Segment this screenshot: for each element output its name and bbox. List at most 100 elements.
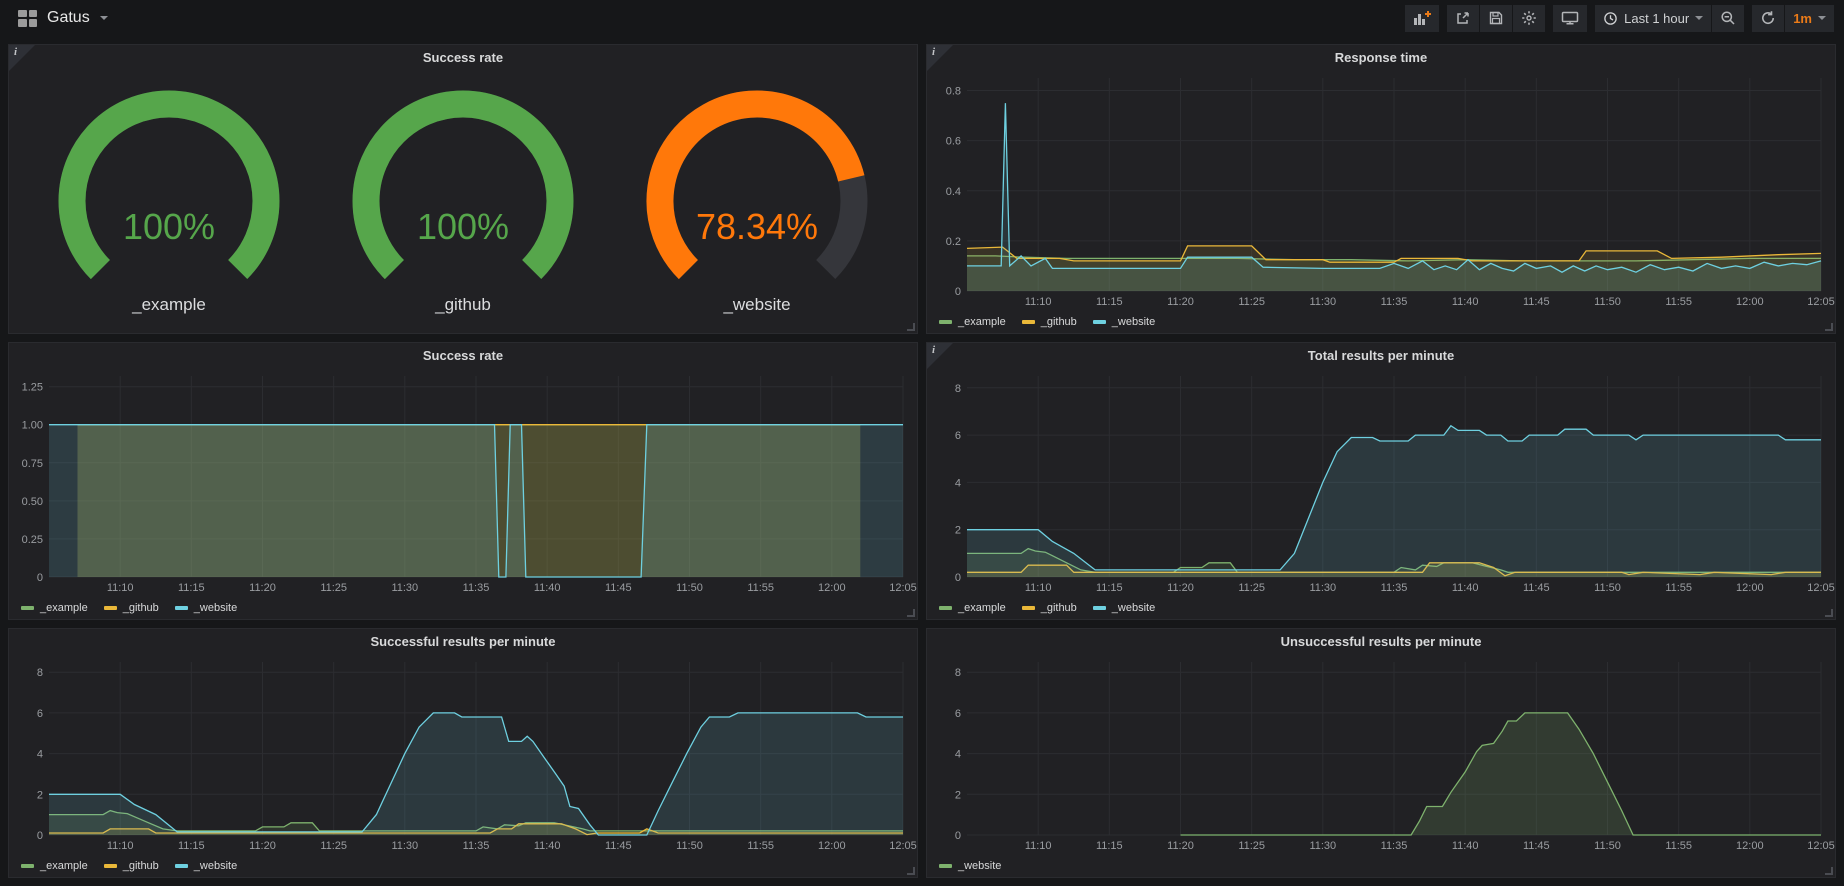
chart-canvas[interactable]: 11:1011:1511:2011:2511:3011:3511:4011:45…: [927, 368, 1835, 597]
bar-chart-plus-icon: [1413, 10, 1431, 26]
chart-canvas[interactable]: 11:1011:1511:2011:2511:3011:3511:4011:45…: [9, 368, 917, 597]
panel-response-time: i Response time 11:1011:1511:2011:2511:3…: [926, 44, 1836, 334]
legend-swatch: [1093, 320, 1106, 324]
save-button[interactable]: [1480, 5, 1512, 32]
svg-text:11:20: 11:20: [249, 840, 276, 852]
svg-text:12:05: 12:05: [1807, 840, 1835, 852]
panel-resize-handle[interactable]: [1825, 323, 1833, 331]
panel-total-results: i Total results per minute 11:10 11:15 11:…: [926, 342, 1836, 620]
svg-text:4: 4: [955, 477, 961, 489]
svg-text:6: 6: [955, 708, 961, 720]
svg-text:11:15: 11:15: [1096, 296, 1123, 308]
svg-text:11:30: 11:30: [391, 840, 418, 852]
legend-item[interactable]: _example: [21, 860, 88, 872]
zoom-out-button[interactable]: [1712, 5, 1744, 32]
time-range-picker[interactable]: Last 1 hour: [1595, 5, 1711, 32]
legend-label: _website: [1112, 602, 1155, 614]
svg-text:11:45: 11:45: [1523, 582, 1550, 594]
panel-info-icon[interactable]: i: [927, 343, 953, 369]
svg-text:11:50: 11:50: [676, 840, 703, 852]
svg-text:11:25: 11:25: [1238, 840, 1265, 852]
panel-title[interactable]: Total results per minute: [927, 343, 1835, 368]
share-button[interactable]: [1447, 5, 1479, 32]
legend-label: _website: [194, 602, 237, 614]
legend-item[interactable]: _website: [939, 860, 1001, 872]
settings-button[interactable]: [1513, 5, 1545, 32]
svg-text:1.00: 1.00: [22, 420, 43, 432]
panel-resize-handle[interactable]: [1825, 867, 1833, 875]
svg-text:11:10: 11:10: [1025, 582, 1052, 594]
svg-text:11:40: 11:40: [534, 582, 561, 594]
gauge-label: _website: [723, 295, 790, 315]
refresh-button[interactable]: [1752, 5, 1784, 32]
svg-text:11:45: 11:45: [1523, 296, 1550, 308]
svg-text:12:00: 12:00: [1736, 296, 1764, 308]
legend-label: _website: [1112, 316, 1155, 328]
chart-total-results[interactable]: 11:1011:1511:2011:2511:3011:3511:4011:45…: [927, 368, 1835, 597]
svg-text:0.4: 0.4: [946, 186, 961, 198]
legend-item[interactable]: _example: [939, 602, 1006, 614]
legend-item[interactable]: _example: [939, 316, 1006, 328]
legend-label: _website: [958, 860, 1001, 872]
gauge-arc: 100%: [35, 89, 303, 295]
panel-resize-handle[interactable]: [1825, 609, 1833, 617]
legend-swatch: [104, 606, 117, 610]
refresh-interval-picker[interactable]: 1m: [1785, 5, 1834, 32]
svg-text:2: 2: [955, 525, 961, 537]
chart-legend: _example _github _website: [927, 311, 1835, 333]
svg-text:11:35: 11:35: [463, 582, 490, 594]
chart-canvas[interactable]: 11:1011:1511:2011:2511:3011:3511:4011:45…: [9, 654, 917, 855]
panel-title[interactable]: Unsuccessful results per minute: [927, 629, 1835, 654]
panel-title[interactable]: Success rate: [9, 45, 917, 70]
svg-text:11:20: 11:20: [1167, 582, 1194, 594]
chart-canvas[interactable]: 11:1011:1511:2011:2511:3011:3511:4011:45…: [927, 654, 1835, 855]
panel-title[interactable]: Response time: [927, 45, 1835, 70]
legend-label: _example: [40, 860, 88, 872]
panel-title[interactable]: Success rate: [9, 343, 917, 368]
svg-text:0: 0: [37, 572, 43, 584]
legend-item[interactable]: _github: [104, 860, 159, 872]
chevron-down-icon: [1818, 16, 1826, 20]
dashboard-grid: i Success rate 100% _example 100% _githu…: [0, 36, 1844, 886]
legend-item[interactable]: _website: [175, 602, 237, 614]
svg-text:12:00: 12:00: [818, 840, 846, 852]
legend-item[interactable]: _website: [1093, 602, 1155, 614]
svg-text:0.6: 0.6: [946, 136, 961, 148]
svg-text:11:25: 11:25: [1238, 582, 1265, 594]
share-icon: [1455, 10, 1471, 26]
panel-title[interactable]: Successful results per minute: [9, 629, 917, 654]
chart-response-time[interactable]: 11:1011:1511:2011:2511:3011:3511:4011:45…: [927, 70, 1835, 311]
legend-item[interactable]: _github: [104, 602, 159, 614]
dashboard-title[interactable]: Gatus: [47, 9, 90, 27]
svg-text:11:15: 11:15: [178, 582, 205, 594]
legend-item[interactable]: _website: [175, 860, 237, 872]
legend-swatch: [939, 864, 952, 868]
svg-text:11:55: 11:55: [1665, 296, 1692, 308]
legend-item[interactable]: _github: [1022, 602, 1077, 614]
panel-resize-handle[interactable]: [907, 867, 915, 875]
svg-text:11:45: 11:45: [1523, 840, 1550, 852]
panel-resize-handle[interactable]: [907, 609, 915, 617]
legend-label: _github: [1041, 602, 1077, 614]
legend-item[interactable]: _github: [1022, 316, 1077, 328]
panel-info-icon[interactable]: i: [9, 45, 35, 71]
legend-item[interactable]: _website: [1093, 316, 1155, 328]
chart-successful-results[interactable]: 11:1011:1511:2011:2511:3011:3511:4011:45…: [9, 654, 917, 855]
tv-mode-button[interactable]: [1553, 5, 1587, 32]
legend-item[interactable]: _example: [21, 602, 88, 614]
add-panel-button[interactable]: [1405, 5, 1439, 32]
legend-label: _example: [40, 602, 88, 614]
legend-swatch: [21, 864, 34, 868]
svg-text:11:15: 11:15: [1096, 582, 1123, 594]
chart-success-rate[interactable]: 11:1011:1511:2011:2511:3011:3511:4011:45…: [9, 368, 917, 597]
svg-text:11:50: 11:50: [1594, 582, 1621, 594]
dashboards-grid-icon[interactable]: [18, 10, 37, 27]
panel-resize-handle[interactable]: [907, 323, 915, 331]
gauge-arc: 78.34%: [623, 89, 891, 295]
svg-text:12:00: 12:00: [818, 582, 846, 594]
chart-unsuccessful-results[interactable]: 11:1011:1511:2011:2511:3011:3511:4011:45…: [927, 654, 1835, 855]
panel-info-icon[interactable]: i: [927, 45, 953, 71]
chart-canvas[interactable]: 11:1011:1511:2011:2511:3011:3511:4011:45…: [927, 70, 1835, 311]
chevron-down-icon[interactable]: [100, 16, 108, 20]
svg-text:4: 4: [955, 749, 961, 761]
